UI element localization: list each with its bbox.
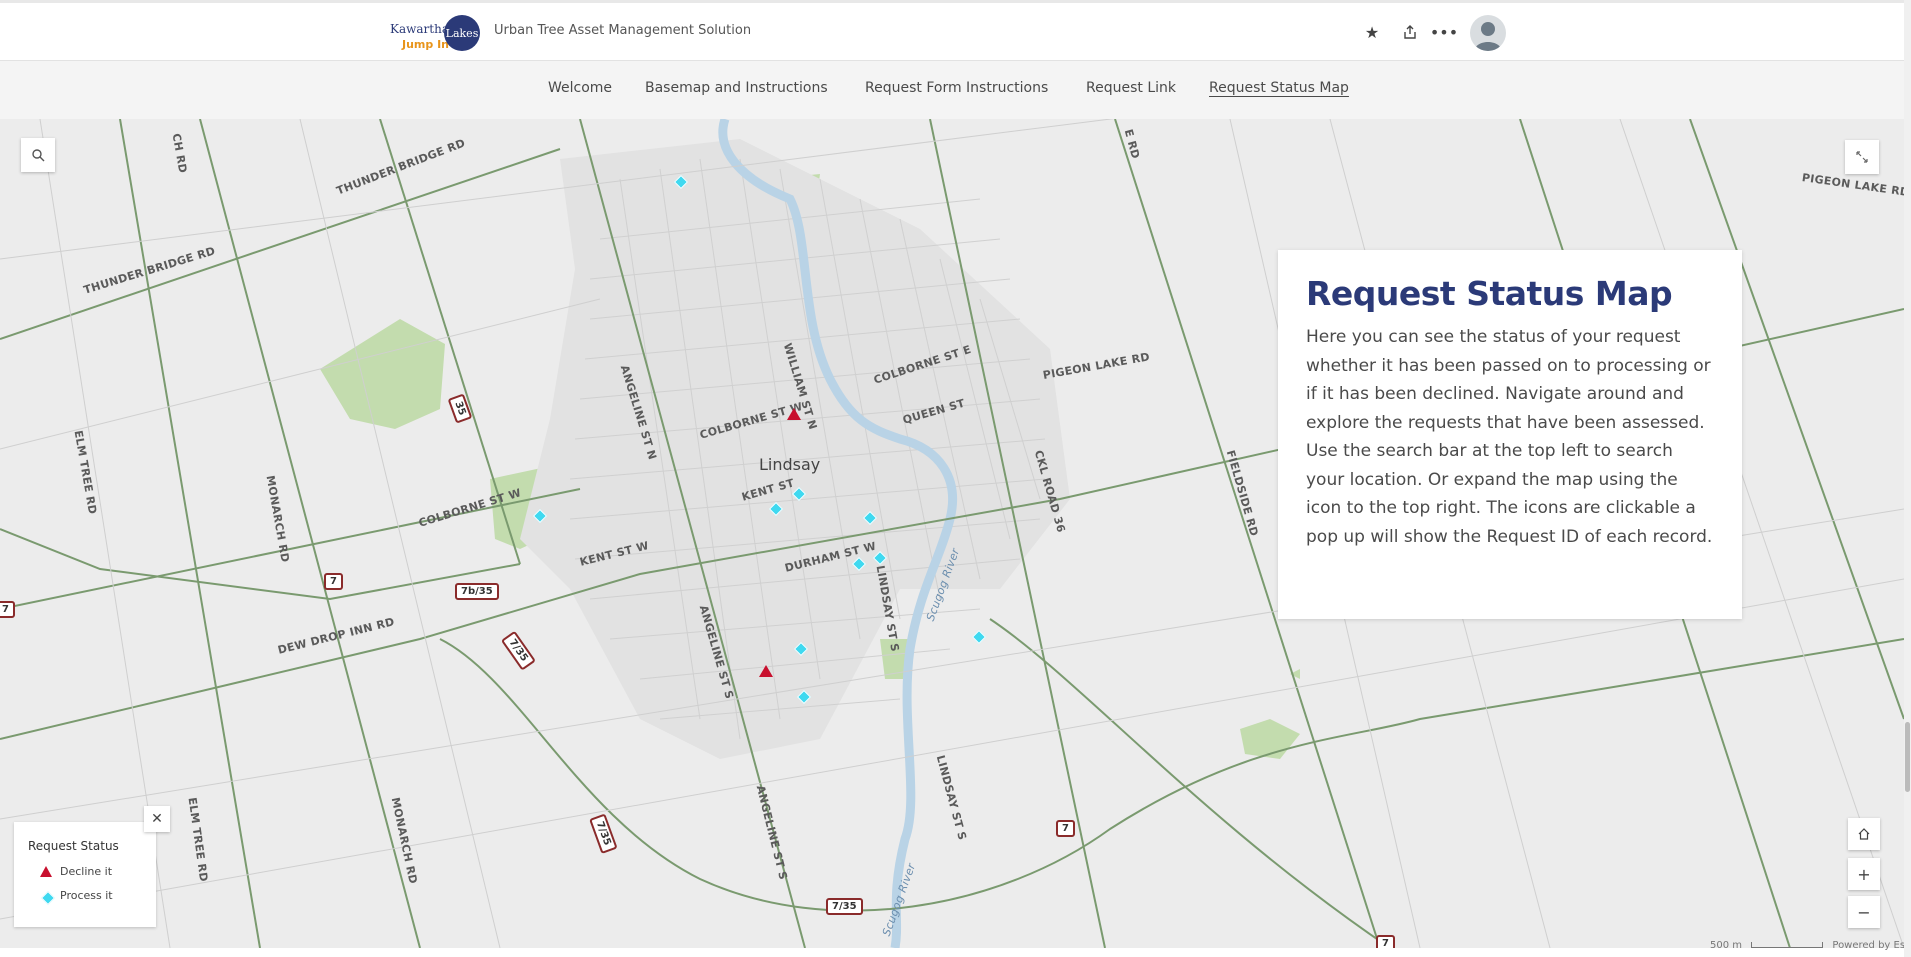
nav-request-status-map[interactable]: Request Status Map: [1209, 80, 1349, 96]
expand-icon: [1856, 151, 1868, 163]
kawartha-lakes-logo[interactable]: Kawartha Jump In Lakes: [388, 14, 480, 54]
zoom-out-button[interactable]: −: [1848, 896, 1880, 928]
page-scrollbar[interactable]: [1904, 0, 1911, 957]
decline-marker[interactable]: [759, 665, 773, 677]
scale-label: 500 m: [1710, 940, 1743, 951]
minus-icon: −: [1857, 902, 1871, 922]
city-label: Lindsay: [759, 455, 821, 474]
map-search-button[interactable]: [21, 138, 55, 172]
logo-tagline: Jump In: [402, 38, 450, 51]
nav-basemap-instructions[interactable]: Basemap and Instructions: [645, 80, 828, 96]
nav-request-form-instructions[interactable]: Request Form Instructions: [865, 80, 1048, 96]
legend-title: Request Status: [28, 839, 119, 853]
app-title: Urban Tree Asset Management Solution: [494, 23, 752, 38]
zoom-in-button[interactable]: +: [1848, 858, 1880, 890]
map-attribution: 500 m Powered by Esri: [1710, 940, 1911, 951]
map-expand-button[interactable]: [1845, 140, 1879, 174]
logo-text: Kawartha: [390, 22, 449, 36]
scale-bar: [1751, 942, 1824, 948]
user-avatar[interactable]: [1470, 15, 1506, 51]
top-bar: Kawartha Jump In Lakes Urban Tree Asset …: [0, 0, 1904, 61]
nav-request-link[interactable]: Request Link: [1086, 80, 1176, 96]
highway-shield: 7b/35: [455, 583, 499, 600]
decline-marker[interactable]: [787, 408, 801, 420]
legend-close-button[interactable]: ✕: [144, 806, 170, 832]
share-icon[interactable]: [1398, 20, 1422, 44]
legend-item-process: Process it: [60, 889, 113, 902]
nav-welcome[interactable]: Welcome: [548, 80, 612, 96]
triangle-icon: [40, 866, 52, 877]
panel-title: Request Status Map: [1306, 274, 1673, 313]
logo-circle: Lakes: [444, 15, 480, 51]
star-icon[interactable]: ★: [1360, 20, 1384, 44]
highway-shield: 7: [1376, 935, 1395, 948]
close-icon: ✕: [151, 811, 163, 827]
highway-shield: 7: [0, 601, 15, 618]
more-options-icon[interactable]: •••: [1430, 20, 1458, 44]
scrollbar-thumb[interactable]: [1905, 722, 1910, 792]
diamond-icon: [40, 890, 56, 906]
highway-shield: 7: [324, 573, 343, 590]
search-icon: [32, 149, 45, 162]
home-button[interactable]: [1848, 818, 1880, 850]
request-status-info-panel: Request Status Map Here you can see the …: [1278, 250, 1742, 619]
section-nav: Welcome Basemap and Instructions Request…: [0, 61, 1904, 119]
plus-icon: +: [1857, 864, 1871, 884]
esri-attribution[interactable]: Powered by Esri: [1832, 940, 1911, 951]
legend-item-decline: Decline it: [60, 865, 113, 878]
highway-shield: 7: [1056, 820, 1075, 837]
highway-shield: 7/35: [826, 898, 863, 915]
panel-body: Here you can see the status of your requ…: [1306, 327, 1713, 547]
home-icon: [1858, 828, 1870, 840]
map-legend: Request Status Decline it Process it: [14, 822, 156, 927]
